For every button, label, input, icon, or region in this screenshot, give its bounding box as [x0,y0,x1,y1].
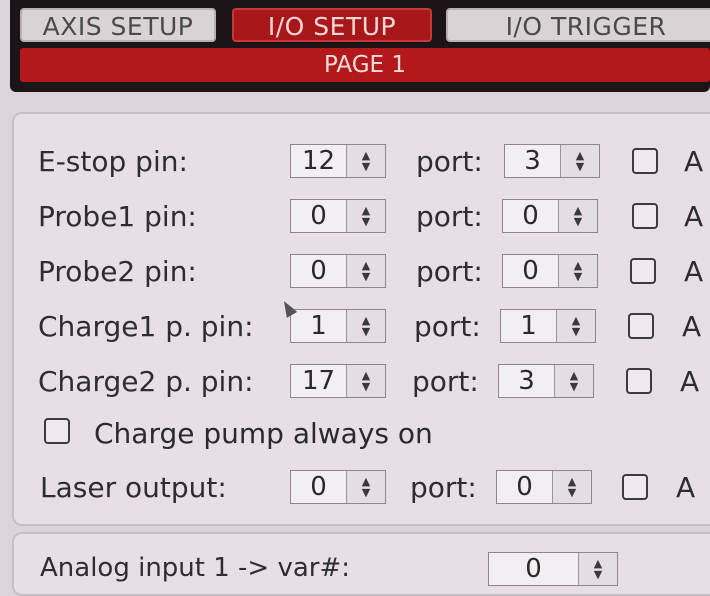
tab-io-setup[interactable]: I/O SETUP [232,8,432,42]
port-value: 3 [524,146,541,176]
port-label: port: [416,145,483,178]
port-value: 0 [522,201,539,231]
io-row-charge1: Charge1 p. pin: 1 ▲ ▼ port: 1 ▲ ▼ A [0,305,710,349]
spin-arrows-icon[interactable]: ▲ ▼ [346,365,385,397]
port-label: port: [412,365,479,398]
row-label: Probe1 pin: [38,200,197,233]
spin-arrows-icon[interactable]: ▲ ▼ [346,310,385,342]
laser-port-spinbox[interactable]: 0 ▲ ▼ [496,470,592,504]
spin-arrows-icon[interactable]: ▲ ▼ [346,471,385,503]
charge-pump-label: Charge pump always on [94,417,433,450]
checkbox-label: A [684,145,704,178]
port-value: 3 [518,366,535,396]
row-label: Charge1 p. pin: [38,310,254,343]
spin-arrows-icon[interactable]: ▲ ▼ [558,200,597,232]
port-spinbox[interactable]: 3 ▲ ▼ [504,144,600,178]
port-spinbox[interactable]: 3 ▲ ▼ [498,364,594,398]
tab-io-trigger[interactable]: I/O TRIGGER [446,8,710,42]
pin-value: 17 [301,366,336,396]
io-row-probe1: Probe1 pin: 0 ▲ ▼ port: 0 ▲ ▼ A [0,195,710,239]
laser-active-low-checkbox[interactable] [622,474,648,500]
port-spinbox[interactable]: 0 ▲ ▼ [502,199,598,233]
port-label: port: [410,471,477,504]
port-label: port: [414,310,481,343]
spin-arrows-icon[interactable]: ▲ ▼ [556,310,595,342]
spin-arrows-icon[interactable]: ▲ ▼ [578,553,617,585]
checkbox-label: A [682,310,702,343]
spin-arrows-icon[interactable]: ▲ ▼ [558,255,597,287]
laser-output-label: Laser output: [40,471,227,504]
spin-arrows-icon[interactable]: ▲ ▼ [346,255,385,287]
port-spinbox[interactable]: 0 ▲ ▼ [502,254,598,288]
page-indicator[interactable]: PAGE 1 [20,48,710,82]
analog-var-spinbox[interactable]: 0 ▲ ▼ [488,552,618,586]
analog-input-label: Analog input 1 -> var#: [40,553,351,583]
spin-arrows-icon[interactable]: ▲ ▼ [552,471,591,503]
pin-spinbox[interactable]: 0 ▲ ▼ [290,254,386,288]
pin-value: 0 [310,256,327,286]
pin-spinbox[interactable]: 17 ▲ ▼ [290,364,386,398]
checkbox-label: A [680,365,700,398]
pin-value: 1 [310,311,327,341]
laser-port-value: 0 [516,472,533,502]
active-low-checkbox[interactable] [632,148,658,174]
io-row-charge2: Charge2 p. pin: 17 ▲ ▼ port: 3 ▲ ▼ A [0,360,710,404]
row-label: Charge2 p. pin: [38,365,254,398]
row-label: Probe2 pin: [38,255,197,288]
pin-value: 0 [310,201,327,231]
checkbox-label: A [684,200,704,233]
laser-pin-spinbox[interactable]: 0 ▲ ▼ [290,470,386,504]
active-low-checkbox[interactable] [626,368,652,394]
pin-spinbox[interactable]: 1 ▲ ▼ [290,309,386,343]
row-label: E-stop pin: [38,145,188,178]
pin-value: 12 [301,146,336,176]
port-label: port: [416,200,483,233]
active-low-checkbox[interactable] [632,203,658,229]
spin-arrows-icon[interactable]: ▲ ▼ [560,145,599,177]
checkbox-label: A [684,255,704,288]
io-row-probe2: Probe2 pin: 0 ▲ ▼ port: 0 ▲ ▼ A [0,250,710,294]
laser-output-row: Laser output: 0 ▲ ▼ port: 0 ▲ ▼ A [0,466,710,510]
port-value: 0 [522,256,539,286]
spin-arrows-icon[interactable]: ▲ ▼ [346,145,385,177]
active-low-checkbox[interactable] [630,258,656,284]
port-label: port: [416,255,483,288]
io-row-estop: E-stop pin: 12 ▲ ▼ port: 3 ▲ ▼ A [0,140,710,184]
checkbox-label: A [676,471,696,504]
tab-axis-setup[interactable]: AXIS SETUP [20,8,216,42]
analog-var-value: 0 [525,554,542,584]
spin-arrows-icon[interactable]: ▲ ▼ [554,365,593,397]
pin-spinbox[interactable]: 12 ▲ ▼ [290,144,386,178]
active-low-checkbox[interactable] [628,313,654,339]
port-value: 1 [520,311,537,341]
laser-pin-value: 0 [310,472,327,502]
spin-arrows-icon[interactable]: ▲ ▼ [346,200,385,232]
pin-spinbox[interactable]: 0 ▲ ▼ [290,199,386,233]
port-spinbox[interactable]: 1 ▲ ▼ [500,309,596,343]
charge-pump-checkbox[interactable] [44,418,70,444]
